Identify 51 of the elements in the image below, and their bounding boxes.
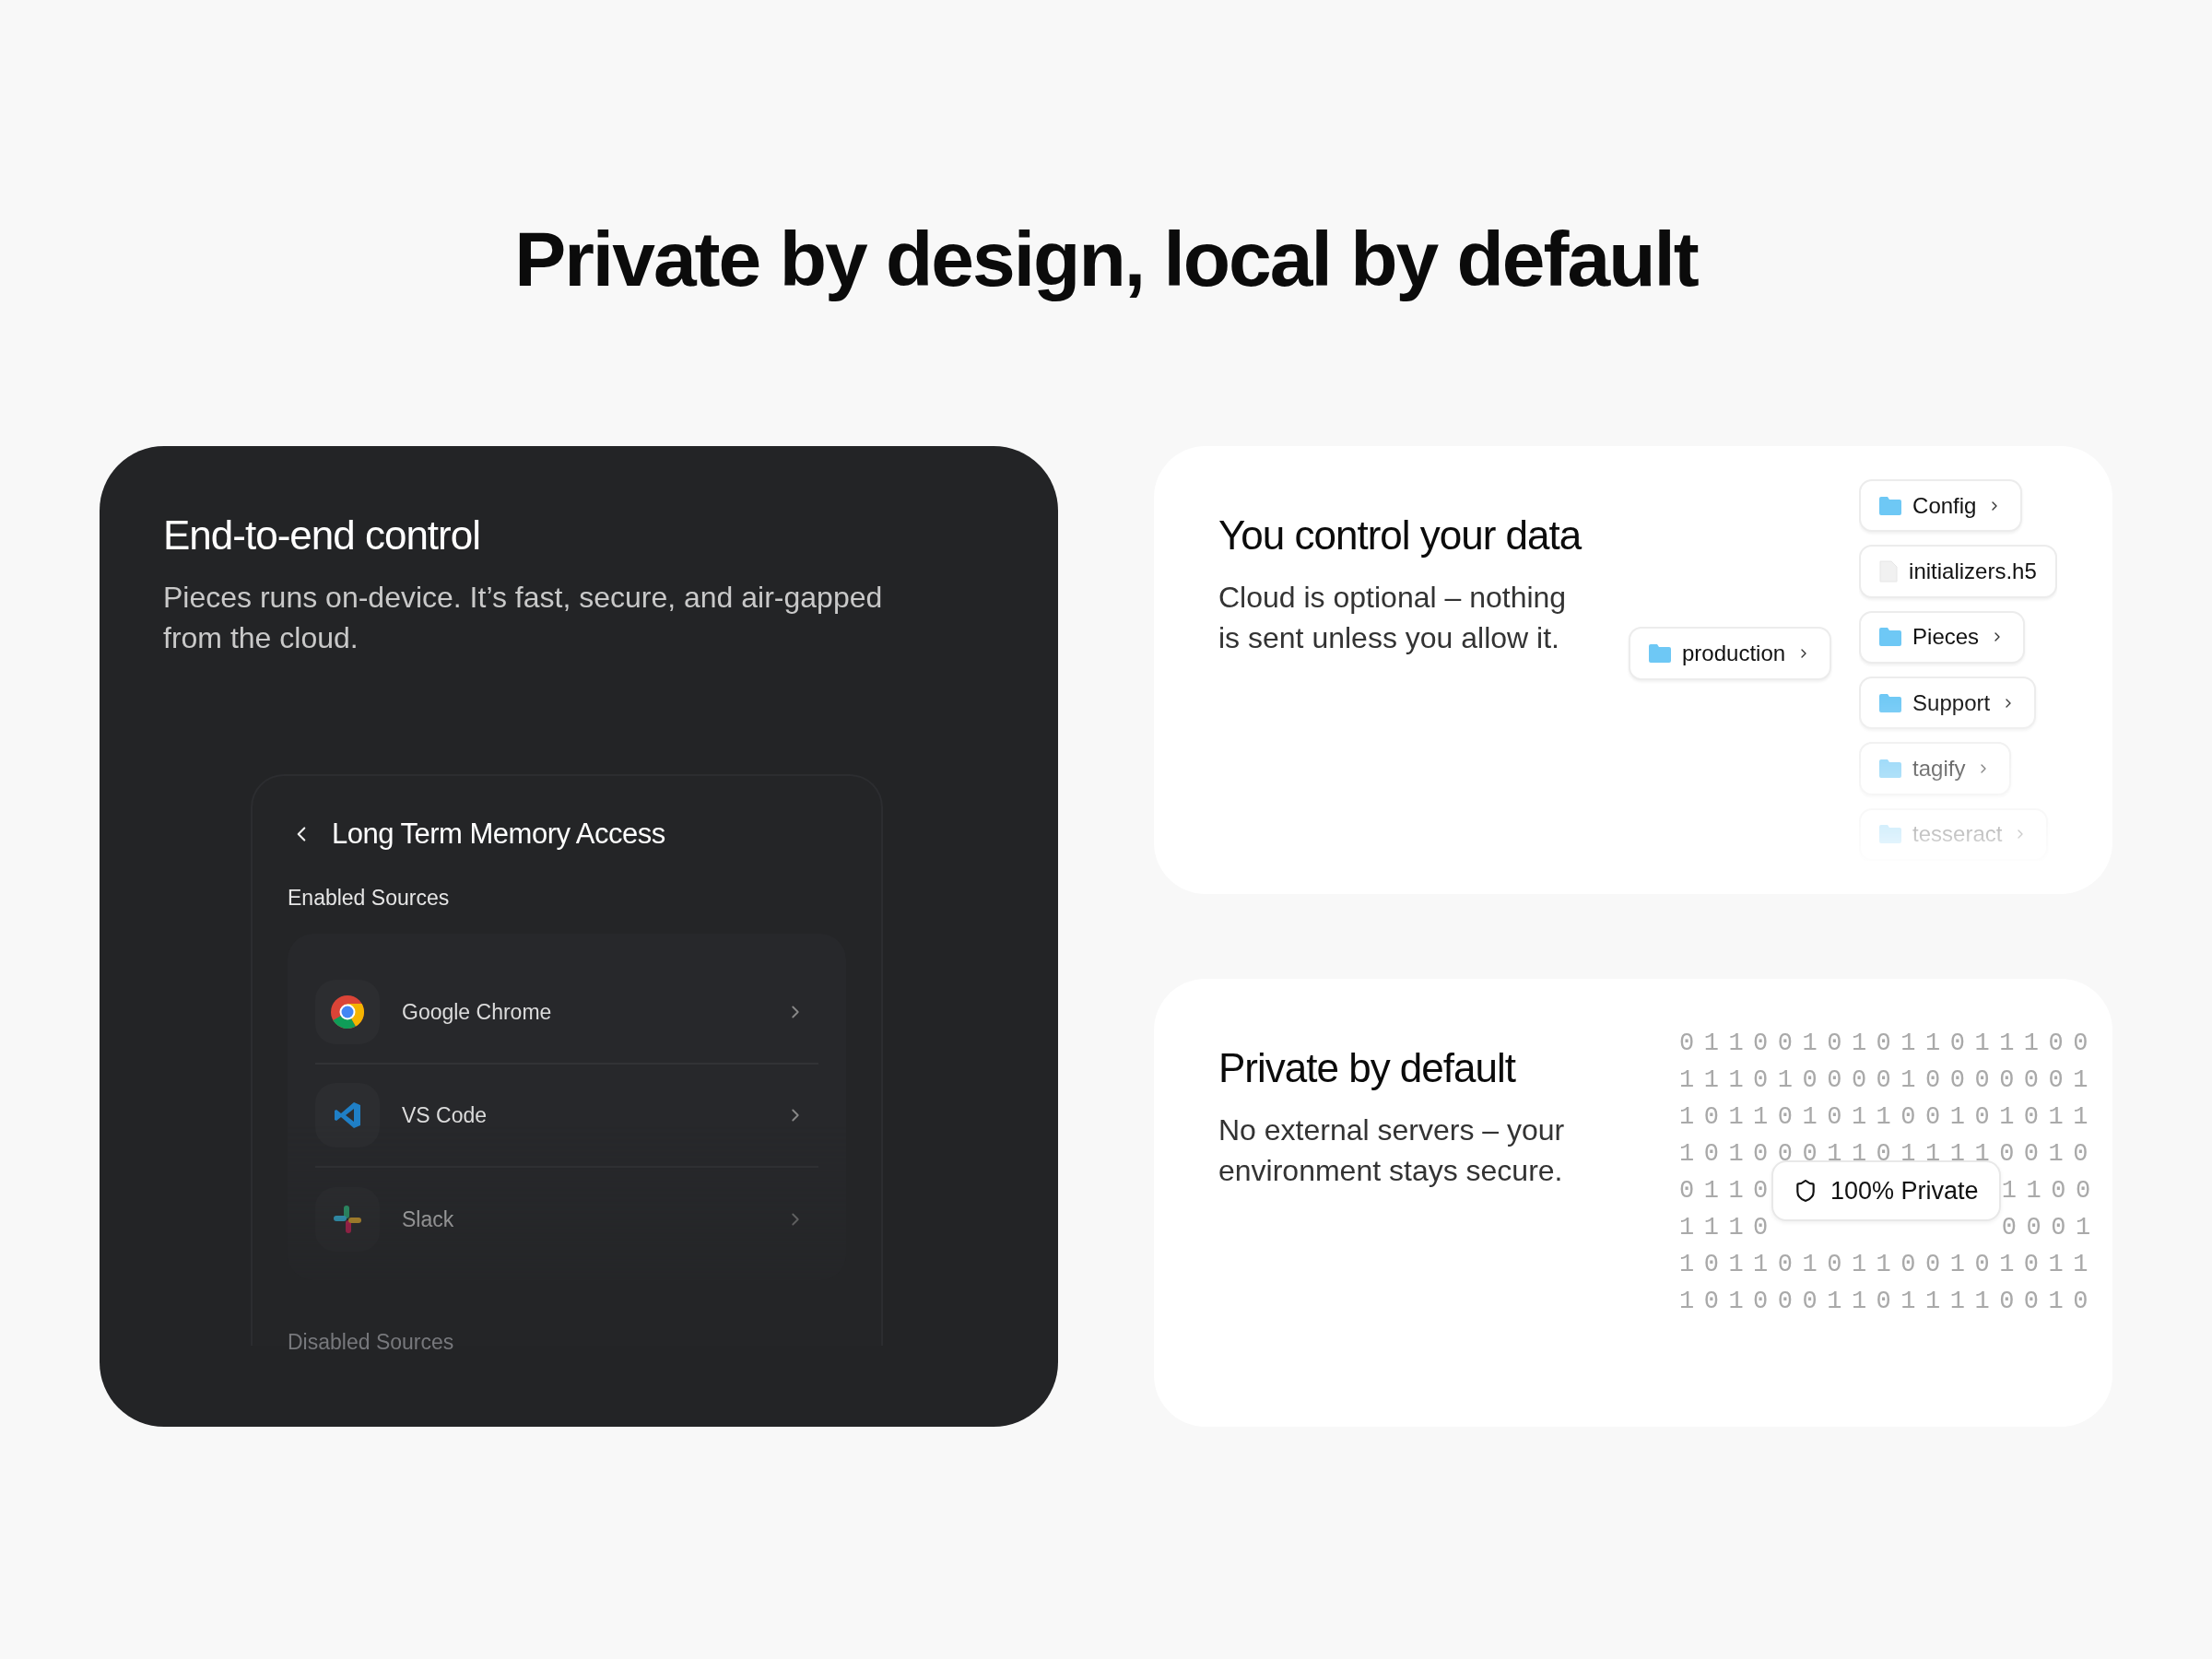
card-title: End-to-end control [163,512,481,559]
card-description: Cloud is optional – nothing is sent unless you allow it. [1218,580,1568,656]
binary-digits: 10110101100101011 [1679,1250,2099,1280]
folder-chip[interactable]: Pieces [1859,610,2026,664]
binary-digits: 01100101011011100 [1679,1029,2099,1059]
folder-icon [1879,759,1902,778]
binary-digits: 10100011011110010 [1679,1139,2099,1170]
binary-digits: 1100 [2001,1176,2100,1206]
shield-icon [1794,1179,1818,1203]
page-heading: Private by design, local by default [514,215,1698,304]
binary-digits: 1110 [1679,1213,1778,1243]
folder-chip[interactable]: production [1629,627,1832,680]
chip-label: Config [1912,491,1977,520]
folder-chip[interactable]: tagify [1859,742,2012,795]
chip-label: tesseract [1912,820,2003,849]
source-name: Slack [402,1206,455,1233]
badge-label: 100% Private [1830,1175,1979,1206]
section-label: Disabled Sources [288,1329,455,1356]
binary-digits: 10100011011110010 [1679,1287,2099,1317]
section-label: Enabled Sources [288,884,451,912]
source-row[interactable]: Google Chrome [315,961,818,1065]
folder-chip[interactable]: Config [1859,479,2023,533]
folder-icon [1879,496,1902,515]
file-icon [1879,560,1899,582]
card-description: Pieces runs on-device. It’s fast, secure, and air-gapped from the cloud. [163,580,884,656]
source-name: VS Code [402,1101,488,1129]
chip-label: Pieces [1912,623,1980,652]
source-row[interactable]: Slack [315,1168,818,1271]
chip-label: Support [1912,688,1991,717]
folder-icon [1879,693,1902,712]
source-name: Google Chrome [402,998,553,1026]
folder-icon [1879,628,1902,647]
chip-label: initializers.h5 [1909,558,2037,585]
file-chip[interactable]: initializers.h5 [1859,545,2057,598]
code-editor-icon [332,1100,363,1131]
slack-icon [332,1204,363,1235]
panel-title: Long Term Memory Access [332,817,665,852]
folder-icon [1879,825,1902,844]
source-row[interactable]: VS Code [315,1065,818,1168]
binary-digits: 0110 [1679,1176,1778,1206]
folder-chip[interactable]: Support [1859,677,2037,730]
chip-label: production [1682,640,1786,667]
chip-label: tagify [1912,754,1966,782]
binary-digits: 11101000010000001 [1679,1065,2099,1096]
binary-digits: 10110101100101011 [1679,1102,2099,1133]
card-title: Private by default [1218,1044,1517,1092]
card-title: You control your data [1218,512,1583,559]
card-description: No external servers – your environment stays secure. [1218,1112,1566,1189]
folder-icon [1649,644,1671,663]
chrome-icon [330,994,365,1030]
binary-digits: 0001 [2001,1213,2100,1243]
